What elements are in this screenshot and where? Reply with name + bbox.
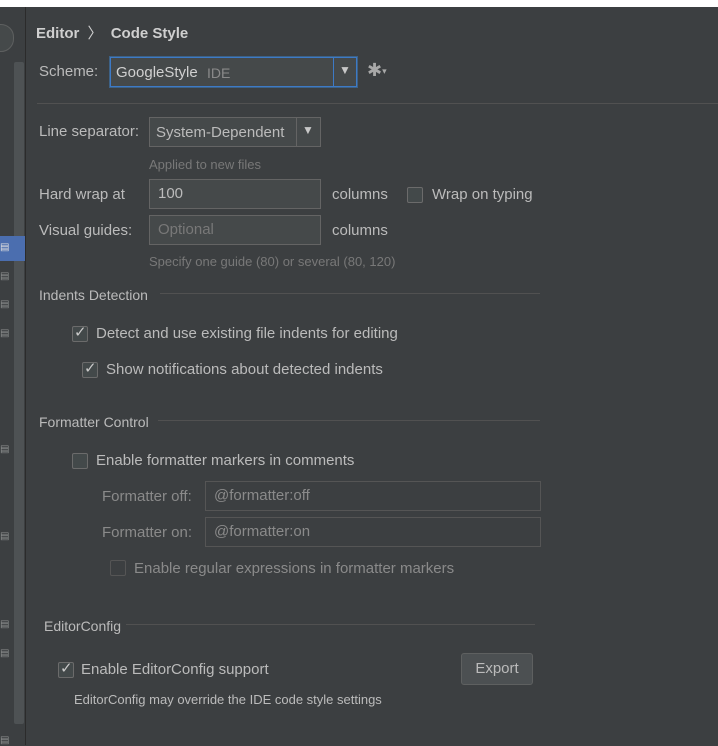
divider — [37, 103, 718, 104]
search-round-icon[interactable] — [0, 24, 14, 52]
window-top-edge — [0, 0, 718, 7]
file-icon: ▤ — [0, 648, 10, 659]
hard-wrap-label: Hard wrap at — [39, 186, 125, 203]
checkmark-icon: ✓ — [74, 324, 87, 341]
indents-section-title: Indents Detection — [39, 287, 148, 303]
visual-guides-unit: columns — [332, 222, 388, 239]
line-separator-label: Line separator: — [39, 123, 140, 140]
divider — [126, 624, 535, 625]
scheme-value: GoogleStyle — [116, 64, 198, 81]
formatter-on-value: @formatter:on — [214, 523, 311, 540]
scheme-dropdown[interactable]: GoogleStyle IDE ▼ — [110, 57, 357, 87]
file-icon: ▤ — [0, 242, 10, 253]
formatter-section-title: Formatter Control — [39, 414, 149, 430]
formatter-off-value: @formatter:off — [214, 487, 310, 504]
enable-formatter-markers-label[interactable]: Enable formatter markers in comments — [96, 452, 354, 469]
visual-guides-hint: Specify one guide (80) or several (80, 1… — [149, 254, 396, 269]
hard-wrap-input[interactable]: 100 — [149, 179, 321, 209]
dropdown-divider — [296, 118, 297, 146]
line-separator-hint: Applied to new files — [149, 157, 262, 172]
formatter-on-input[interactable]: @formatter:on — [205, 517, 541, 547]
file-icon: ▤ — [0, 271, 10, 282]
breadcrumb: Editor 〉 Code Style — [36, 22, 188, 43]
formatter-off-label: Formatter off: — [102, 488, 192, 505]
divider — [160, 293, 540, 294]
enable-editorconfig-label[interactable]: Enable EditorConfig support — [81, 661, 269, 678]
breadcrumb-current: Code Style — [110, 25, 189, 42]
tree-scrollbar[interactable] — [14, 62, 24, 724]
detect-indents-label[interactable]: Detect and use existing file indents for… — [96, 325, 398, 342]
line-separator-dropdown[interactable]: System-Dependent ▼ — [149, 117, 321, 147]
dropdown-divider — [333, 58, 334, 86]
wrap-on-typing-checkbox[interactable] — [407, 187, 423, 203]
enable-formatter-markers-checkbox[interactable] — [72, 453, 88, 469]
breadcrumb-parent[interactable]: Editor — [36, 25, 79, 42]
file-icon: ▤ — [0, 444, 10, 455]
scheme-scope: IDE — [207, 65, 231, 81]
file-icon: ▤ — [0, 328, 10, 339]
formatter-on-label: Formatter on: — [102, 524, 193, 541]
detect-indents-checkbox[interactable]: ✓ — [72, 324, 88, 342]
editorconfig-section-title: EditorConfig — [44, 618, 122, 634]
checkmark-icon: ✓ — [60, 660, 73, 677]
export-button[interactable]: Export — [461, 653, 533, 685]
checkmark-icon: ✓ — [84, 360, 97, 377]
scheme-label: Scheme: — [39, 63, 99, 80]
show-notifications-checkbox[interactable]: ✓ — [82, 360, 98, 378]
hard-wrap-value: 100 — [158, 185, 184, 202]
chevron-down-icon[interactable]: ▼ — [339, 63, 351, 77]
settings-tree-pane: ▤ ▤ ▤ ▤ ▤ ▤ ▤ ▤ ▤ — [0, 7, 26, 746]
regex-markers-label[interactable]: Enable regular expressions in formatter … — [134, 560, 454, 577]
show-notifications-label[interactable]: Show notifications about detected indent… — [106, 361, 383, 378]
chevron-down-icon[interactable]: ▼ — [302, 123, 314, 137]
editorconfig-note: EditorConfig may override the IDE code s… — [74, 692, 382, 707]
line-separator-value: System-Dependent — [156, 124, 285, 141]
enable-editorconfig-checkbox[interactable]: ✓ — [58, 660, 74, 678]
gear-icon[interactable]: ✱▾ — [367, 60, 387, 81]
visual-guides-placeholder: Optional — [158, 221, 214, 238]
formatter-off-input[interactable]: @formatter:off — [205, 481, 541, 511]
divider — [158, 420, 540, 421]
file-icon: ▤ — [0, 299, 10, 310]
visual-guides-label: Visual guides: — [39, 222, 133, 239]
regex-markers-checkbox[interactable] — [110, 560, 126, 576]
visual-guides-input[interactable]: Optional — [149, 215, 321, 245]
file-icon: ▤ — [0, 619, 10, 630]
breadcrumb-separator-icon: 〉 — [87, 25, 103, 42]
wrap-on-typing-label[interactable]: Wrap on typing — [432, 186, 533, 203]
hard-wrap-unit: columns — [332, 186, 388, 203]
file-icon: ▤ — [0, 531, 10, 542]
